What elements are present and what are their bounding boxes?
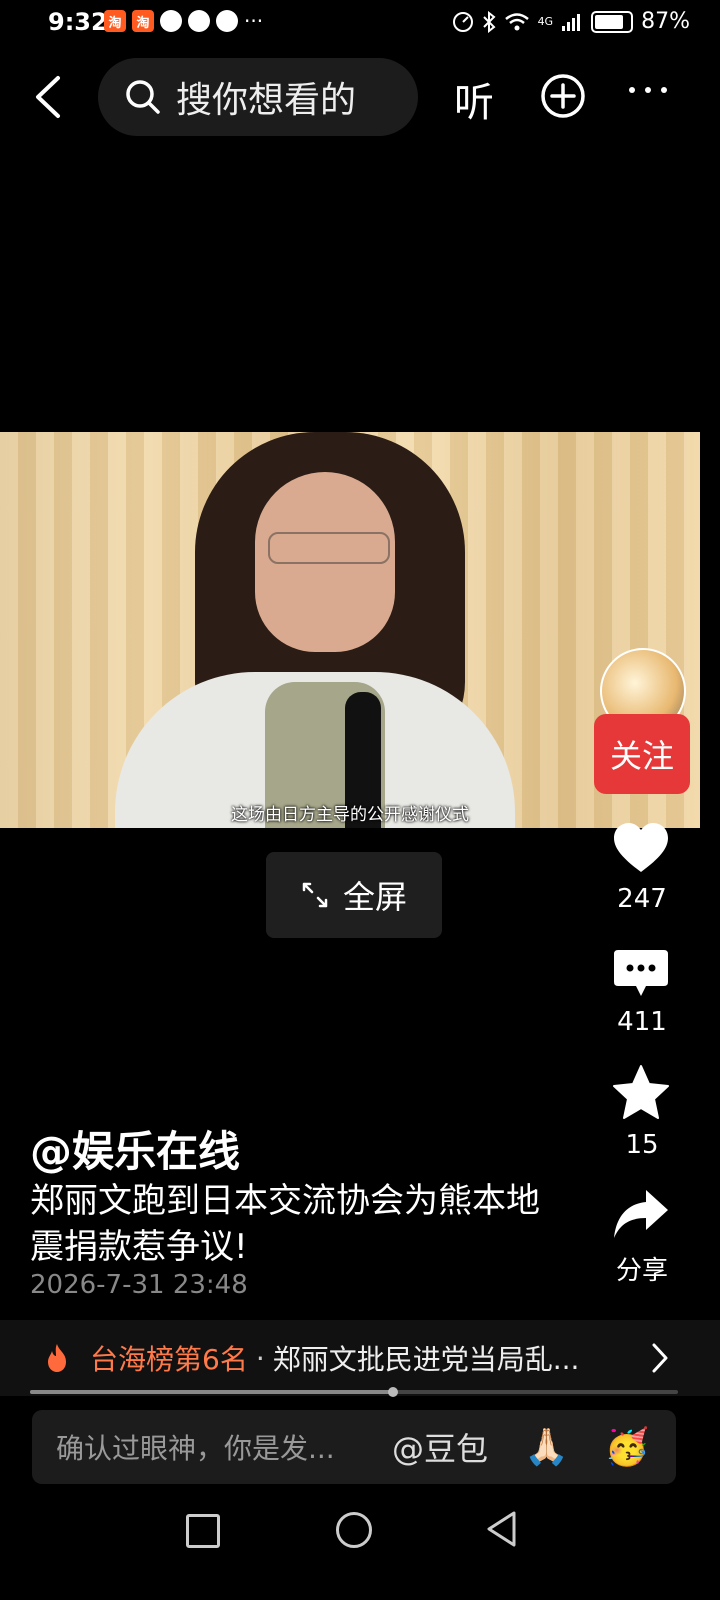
play-notification-icon xyxy=(160,10,182,32)
trend-separator: · xyxy=(255,1341,265,1375)
status-time: 9:32 xyxy=(48,8,108,36)
party-emoji-button[interactable]: 🥳 xyxy=(605,1426,650,1468)
trending-banner[interactable]: 台海榜第6名 · 郑丽文批民进党当局乱... xyxy=(0,1320,720,1396)
back-arrow-icon[interactable] xyxy=(28,72,72,122)
network-type: 4G xyxy=(537,15,554,28)
taobao-badge-icon: 淘 xyxy=(132,10,154,32)
battery-percent: 87% xyxy=(641,9,690,34)
hand-notification-icon xyxy=(188,10,210,32)
search-icon xyxy=(126,80,160,114)
share-label: 分享 xyxy=(615,1256,668,1286)
favorite-count: 15 xyxy=(625,1130,659,1160)
speaker-glasses xyxy=(268,532,390,564)
bluetooth-icon xyxy=(482,10,496,33)
mention-doubao-button[interactable]: @豆包 xyxy=(392,1424,488,1470)
progress-fill xyxy=(30,1390,393,1394)
fire-icon xyxy=(48,1344,66,1372)
star-icon[interactable] xyxy=(612,1064,670,1122)
share-arrow-icon[interactable] xyxy=(612,1188,670,1240)
heart-icon[interactable] xyxy=(612,820,670,878)
post-title: 郑丽文跑到日本交流协会为熊本地震捐款惹争议! xyxy=(30,1181,540,1267)
comment-input[interactable]: 确认过眼神，你是发... @豆包 🙏🏻 🥳 xyxy=(32,1410,676,1484)
author-name[interactable]: @娱乐在线 xyxy=(30,1118,240,1179)
trend-rank: 台海榜第6名 xyxy=(90,1343,248,1376)
recent-apps-button[interactable] xyxy=(186,1514,220,1548)
like-count: 247 xyxy=(617,884,667,914)
speed-icon xyxy=(452,11,473,32)
search-placeholder: 搜你想看的 xyxy=(176,80,357,121)
expand-arrows-icon xyxy=(302,882,328,908)
fullscreen-button[interactable]: 全屏 xyxy=(266,852,442,938)
nav-back-triangle-icon[interactable] xyxy=(484,1510,520,1548)
comment-bubble-icon[interactable] xyxy=(612,948,670,1000)
comment-count: 411 xyxy=(617,1007,667,1037)
listen-button[interactable]: 听 xyxy=(454,70,494,128)
progress-handle[interactable] xyxy=(387,1387,398,1397)
taobao-badge-icon: 淘 xyxy=(104,10,126,32)
home-button[interactable] xyxy=(336,1512,372,1548)
fullscreen-label: 全屏 xyxy=(342,878,407,916)
post-date: 2026-7-31 23:48 xyxy=(30,1270,248,1300)
wechat-notification-icon xyxy=(216,10,238,32)
add-circle-icon[interactable] xyxy=(540,73,586,119)
trend-headline: 郑丽文批民进党当局乱... xyxy=(272,1343,580,1376)
search-input[interactable]: 搜你想看的 xyxy=(98,58,418,136)
signal-icon xyxy=(562,13,581,31)
wifi-icon xyxy=(504,12,529,30)
more-options-icon[interactable] xyxy=(626,80,670,100)
more-notifications-icon: ··· xyxy=(244,9,264,33)
follow-button[interactable]: 关注 xyxy=(594,714,690,794)
video-progress-bar[interactable] xyxy=(30,1387,678,1397)
comment-placeholder: 确认过眼神，你是发... xyxy=(56,1432,335,1465)
battery-icon xyxy=(591,10,634,33)
chevron-right-icon xyxy=(652,1343,668,1373)
video-subtitle: 这场由日方主导的公开感谢仪式 xyxy=(231,805,469,825)
system-status: 4G 87% xyxy=(452,9,690,34)
pray-emoji-button[interactable]: 🙏🏻 xyxy=(524,1426,569,1468)
notification-icons: 淘 淘 ··· xyxy=(104,10,263,32)
